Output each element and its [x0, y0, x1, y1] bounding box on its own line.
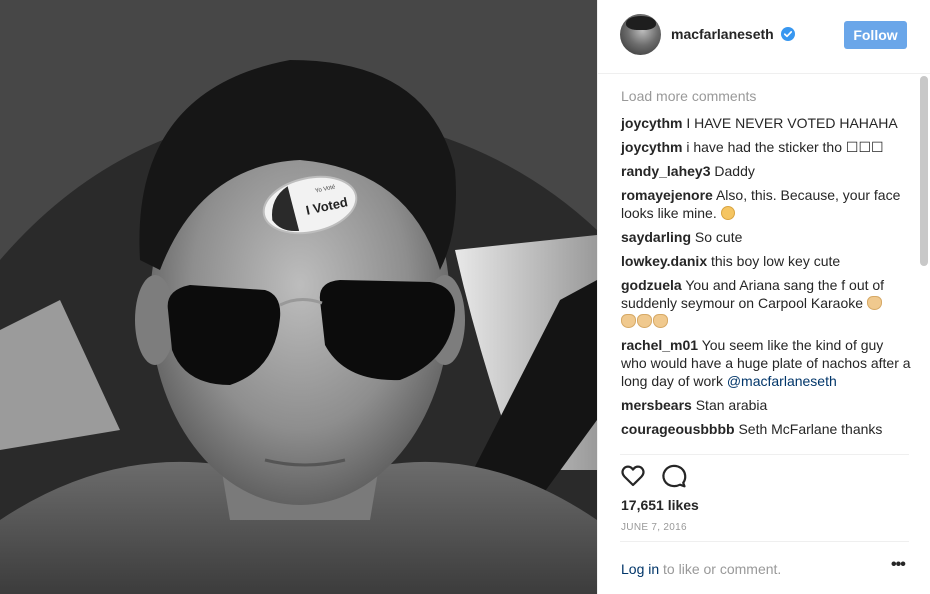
comment: godzuela You and Ariana sang the f out o… [621, 276, 911, 330]
comment: romayejenore Also, this. Because, your f… [621, 186, 911, 222]
clapping-hands-icon [866, 296, 882, 310]
comment-text: Stan arabia [695, 397, 768, 413]
comment-text: So cute [694, 229, 743, 245]
clapping-hands-icon [637, 314, 652, 328]
emoji-icon [720, 206, 735, 220]
verified-badge-icon [781, 27, 795, 41]
comment-user[interactable]: lowkey.danix [621, 253, 707, 269]
follow-button[interactable]: Follow [844, 21, 907, 49]
more-options-icon[interactable]: ••• [891, 557, 907, 573]
comment-user[interactable]: courageousbbbb [621, 421, 735, 437]
instagram-post: I Voted Yo Voté macfarlaneseth Follow Lo… [0, 0, 930, 594]
comment-text: this boy low key cute [711, 253, 841, 269]
post-sidebar: macfarlaneseth Follow Load more comments… [597, 0, 930, 594]
heart-icon[interactable] [620, 463, 646, 489]
comments-section: Load more comments joycythm I HAVE NEVER… [598, 74, 930, 454]
comment-user[interactable]: mersbears [621, 397, 692, 413]
comments-scrollbar[interactable] [920, 76, 928, 452]
comment-text: I HAVE NEVER VOTED HAHAHA [686, 115, 898, 131]
comment: saydarling So cute [621, 228, 911, 246]
comment-icon[interactable] [661, 463, 687, 489]
comment-text: i have had the sticker tho ☐☐☐ [686, 139, 884, 155]
post-header: macfarlaneseth Follow [598, 0, 930, 74]
comment-text: Daddy [714, 163, 755, 179]
comment: rachel_m01 You seem like the kind of guy… [621, 336, 911, 390]
comment-text: Seth McFarlane thanks [738, 421, 883, 437]
comment-list: joycythm I HAVE NEVER VOTED HAHAHA joycy… [621, 114, 911, 444]
comment: randy_lahey3 Daddy [621, 162, 911, 180]
comment-mention-link[interactable]: @macfarlaneseth [727, 373, 837, 389]
comment-user[interactable]: joycythm [621, 139, 682, 155]
login-prompt-text: to like or comment. [659, 561, 782, 577]
comment-user[interactable]: godzuela [621, 277, 682, 293]
post-date: JUNE 7, 2016 [621, 522, 687, 533]
comment-user[interactable]: randy_lahey3 [621, 163, 711, 179]
comment: joycythm I HAVE NEVER VOTED HAHAHA [621, 114, 911, 132]
post-actions: 17,651 likes JUNE 7, 2016 Log in to like… [598, 454, 930, 594]
comment-user[interactable]: romayejenore [621, 187, 713, 203]
login-prompt: Log in to like or comment. [621, 561, 781, 577]
username[interactable]: macfarlaneseth [671, 26, 774, 42]
comment: lowkey.danix this boy low key cute [621, 252, 911, 270]
comment: mersbears Stan arabia [621, 396, 911, 414]
likes-count[interactable]: 17,651 likes [621, 497, 699, 513]
comment-user[interactable]: joycythm [621, 115, 682, 131]
divider [620, 541, 909, 542]
clapping-hands-icon [621, 314, 636, 328]
comment: joycythm i have had the sticker tho ☐☐☐ [621, 138, 911, 156]
comment-user[interactable]: saydarling [621, 229, 691, 245]
comment-user[interactable]: rachel_m01 [621, 337, 698, 353]
scrollbar-thumb[interactable] [920, 76, 928, 266]
avatar[interactable] [620, 14, 661, 55]
comment: courageousbbbb Seth McFarlane thanks [621, 420, 911, 438]
selfie-illustration: I Voted Yo Voté [0, 0, 597, 594]
divider [620, 454, 909, 455]
post-photo[interactable]: I Voted Yo Voté [0, 0, 597, 594]
login-link[interactable]: Log in [621, 561, 659, 577]
load-more-comments-link[interactable]: Load more comments [621, 88, 756, 104]
clapping-hands-icon [653, 314, 668, 328]
